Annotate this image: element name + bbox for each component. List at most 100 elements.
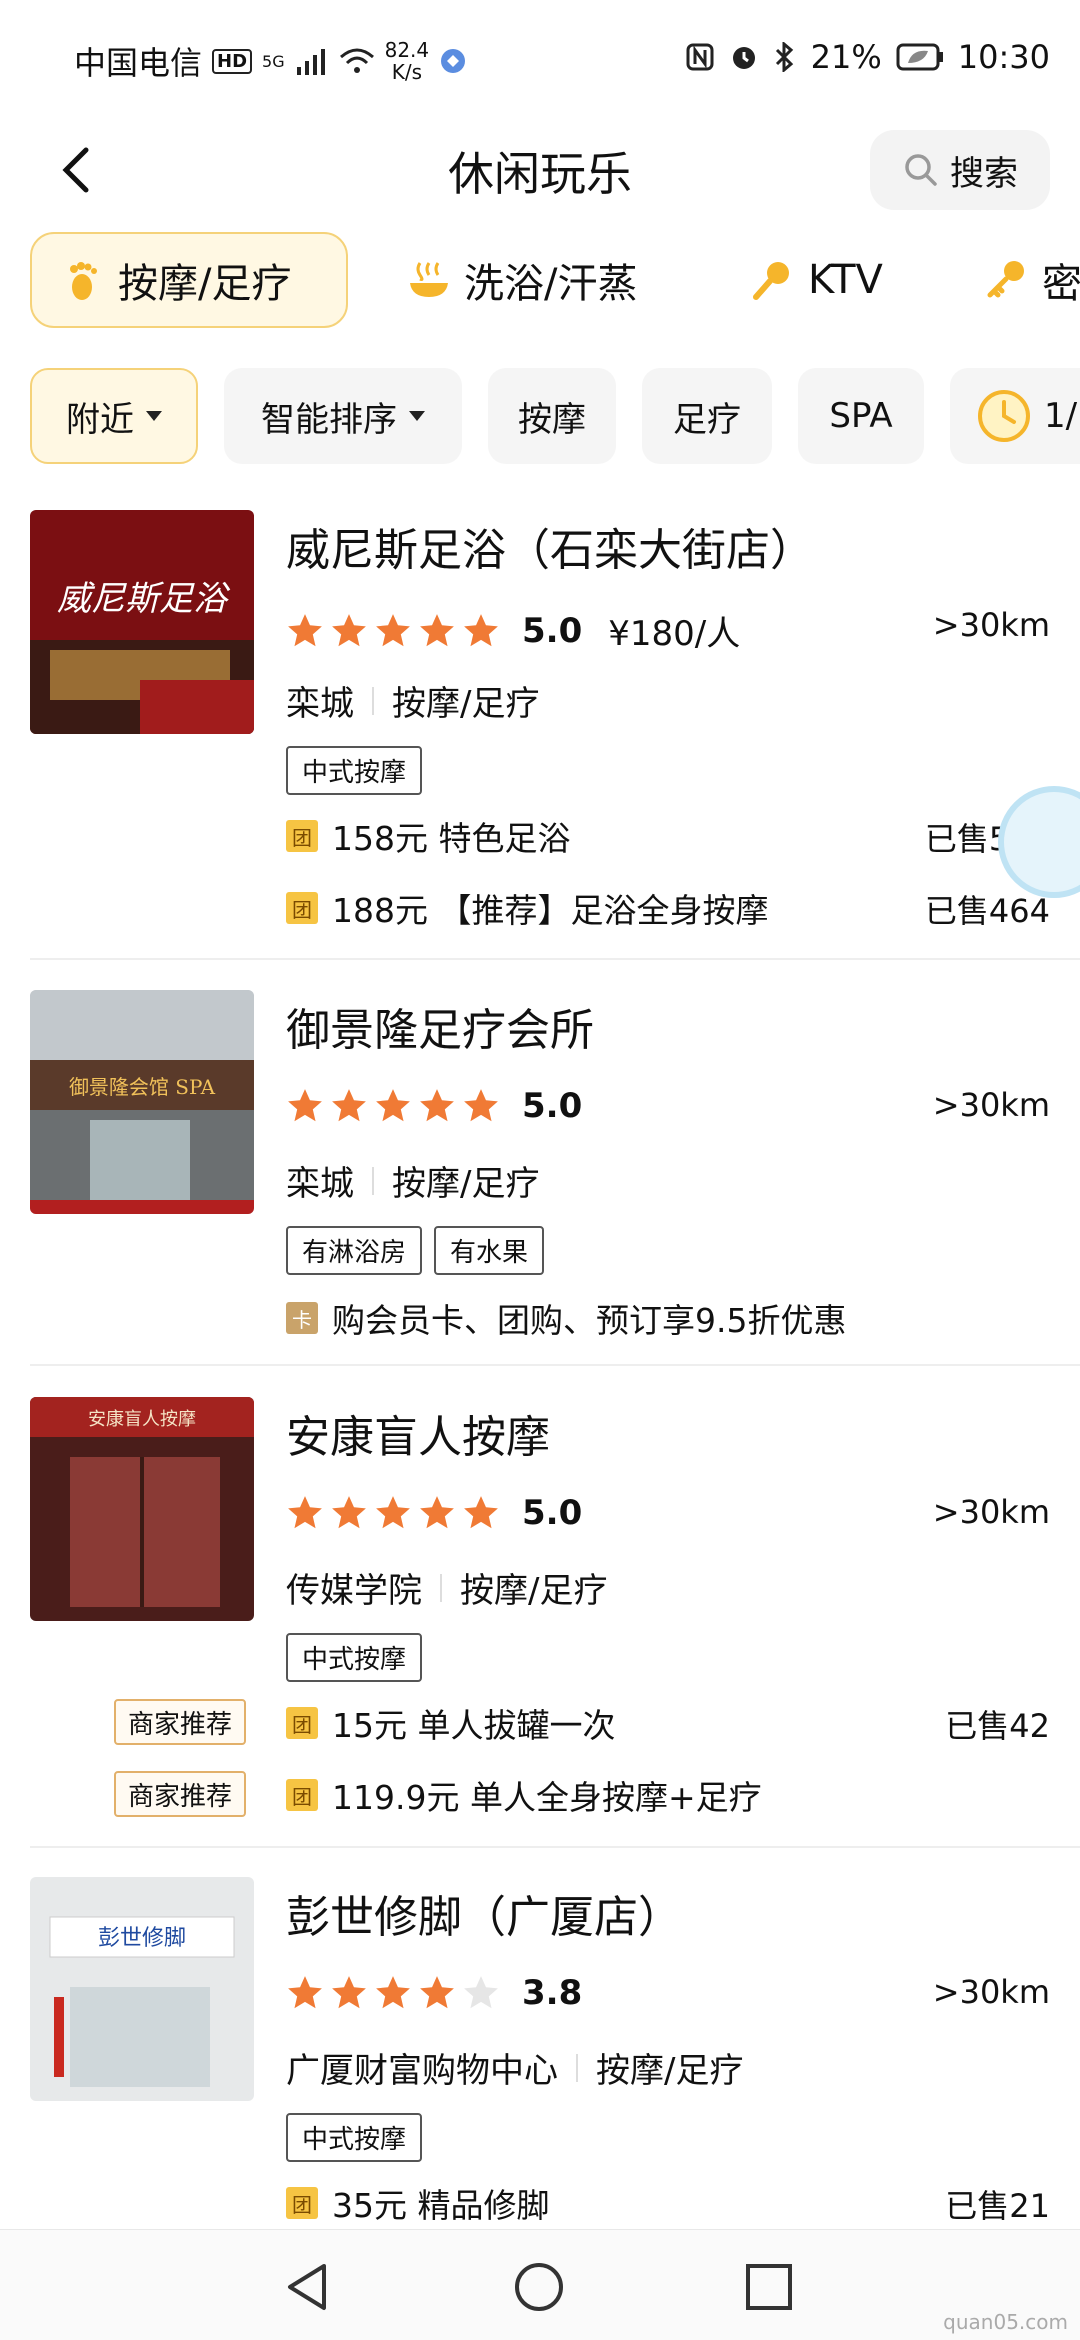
shop-distance: >30km [932,1086,1050,1124]
star-filled-icon [464,1496,498,1529]
shop-card[interactable]: 威尼斯足浴 威尼斯足浴（石栾大街店） 5.0 ¥180/人 >30km 栾城 按… [0,510,1080,950]
shop-photo[interactable]: 威尼斯足浴 [30,510,254,734]
deal-item[interactable]: 团 35元 精品修脚 [286,2179,549,2227]
wifi-icon [339,48,374,73]
star-rating [286,1974,500,2012]
header: 休闲玩乐 搜索 [0,120,1080,220]
speed-unit: K/s [391,60,423,84]
tab-ktv[interactable]: KTV [750,232,883,328]
shop-rating: 5.0 ¥180/人 [286,606,740,655]
category-tabs: 按摩/足疗 洗浴/汗蒸 KTV 密 [0,232,1080,332]
separator [440,1573,442,1602]
shop-tags: 有淋浴房 有水果 [286,1226,545,1275]
battery-percent: 21% [810,38,882,76]
shop-tag: 有水果 [434,1226,545,1275]
tab-bath[interactable]: 洗浴/汗蒸 [406,232,637,328]
filter-sort[interactable]: 智能排序 [224,368,462,464]
group-buy-icon: 团 [286,1707,318,1739]
star-filled-icon [420,1976,454,2009]
merchant-recommend-badge: 商家推荐 [114,1771,247,1817]
filter-massage[interactable]: 按摩 [488,368,616,464]
filter-foot[interactable]: 足疗 [642,368,772,464]
filter-bar: 附近 智能排序 按摩 足疗 SPA 1/ [0,368,1080,468]
shop-sign-text: 御景隆会馆 SPA [69,1075,216,1099]
nfc-icon [686,43,714,71]
vpn-icon [441,49,466,73]
search-button[interactable]: 搜索 [870,130,1050,210]
card-icon: 卡 [286,1302,318,1334]
rating-score: 5.0 [522,1086,583,1126]
star-empty-icon [464,1976,498,2009]
tab-massage[interactable]: 按摩/足疗 [30,232,348,328]
rating-score: 5.0 [522,610,583,651]
merchant-recommend-badge: 商家推荐 [114,1699,247,1745]
filter-time[interactable]: 1/ [950,368,1080,464]
shop-photo[interactable]: 彭世修脚 [30,1877,254,2101]
star-filled-icon [376,1496,410,1529]
tab-escape[interactable]: 密 [984,232,1080,328]
avg-price: ¥180/人 [608,614,741,654]
star-filled-icon [376,613,410,646]
filter-nearby[interactable]: 附近 [30,368,198,464]
tab-label: KTV [808,257,883,303]
star-filled-icon [332,1976,366,2009]
shop-name: 威尼斯足浴（石栾大街店） [286,525,814,576]
deal-item[interactable]: 团 15元 单人拔罐一次 [286,1699,615,1747]
deal-sold: 已售42 [945,1707,1050,1745]
tab-label: 洗浴/汗蒸 [464,261,638,307]
chevron-down-icon [409,411,425,421]
separator [372,1166,374,1195]
status-bar: 中国电信 HD 5G 82.4 K/s 21% 10:30 [0,0,1080,120]
shop-rating: 3.8 [286,1973,582,2013]
foot-icon [70,262,97,300]
key-icon [987,261,1024,298]
filter-label: 1/ [1044,396,1078,436]
deal-item[interactable]: 团 119.9元 单人全身按摩+足疗 [286,1771,762,1819]
star-filled-icon [332,613,366,646]
tab-label: 按摩/足疗 [118,261,292,307]
network-label: 5G [262,51,285,71]
star-filled-icon [288,1089,322,1122]
mic-icon [753,262,789,300]
deal-text: 188元 【推荐】足浴全身按摩 [332,891,769,930]
filter-label: 按摩 [518,399,586,440]
shop-rating: 5.0 [286,1493,582,1533]
bluetooth-icon [775,42,793,72]
shop-photo[interactable]: 御景隆会馆 SPA [30,990,254,1214]
shop-location: 传媒学院 按摩/足疗 [286,1563,607,1612]
group-buy-icon: 团 [286,2187,318,2219]
clock-icon [978,390,1030,442]
shop-card[interactable]: 安康盲人按摩 安康盲人按摩 5.0 >30km 传媒学院 按摩/足疗 中式按摩 … [0,1397,1080,1837]
system-nav-bar: quan05.com [0,2229,1080,2340]
nav-back-icon[interactable] [282,2260,332,2314]
nav-recent-icon[interactable] [744,2262,794,2312]
watermark: quan05.com [943,2310,1068,2334]
deal-item[interactable]: 团 188元 【推荐】足浴全身按摩 [286,884,768,932]
speed-value: 82.4 [384,38,430,62]
shop-area: 传媒学院 [286,1571,422,1611]
star-filled-icon [288,1976,322,2009]
signal-icon [296,49,325,75]
shop-card[interactable]: 彭世修脚 彭世修脚（广厦店） 3.8 >30km 广厦财富购物中心 按摩/足疗 … [0,1877,1080,2227]
shop-name: 御景隆足疗会所 [286,1005,594,1056]
hd-badge: HD [212,48,253,74]
member-card-offer[interactable]: 卡 购会员卡、团购、预订享9.5折优惠 [286,1294,846,1342]
nav-home-icon[interactable] [512,2260,566,2314]
filter-spa[interactable]: SPA [798,368,924,464]
rating-score: 3.8 [522,1973,583,2013]
deal-text: 119.9元 单人全身按摩+足疗 [332,1778,762,1817]
battery-icon [896,43,943,71]
filter-label: SPA [829,396,893,436]
shop-card[interactable]: 御景隆会馆 SPA 御景隆足疗会所 5.0 >30km 栾城 按摩/足疗 有淋浴… [0,990,1080,1350]
shop-tags: 中式按摩 [286,1633,423,1682]
shop-tag: 中式按摩 [286,2113,423,2162]
shop-name: 彭世修脚（广厦店） [286,1892,682,1943]
filter-label: 附近 [66,399,134,440]
speed-indicator: 82.4 K/s [385,39,430,83]
star-filled-icon [288,613,322,646]
alarm-icon [732,47,755,69]
carrier-label: 中国电信 [74,44,203,82]
deal-item[interactable]: 团 158元 特色足浴 [286,812,570,860]
shop-photo[interactable]: 安康盲人按摩 [30,1397,254,1621]
group-buy-icon: 团 [286,820,318,852]
